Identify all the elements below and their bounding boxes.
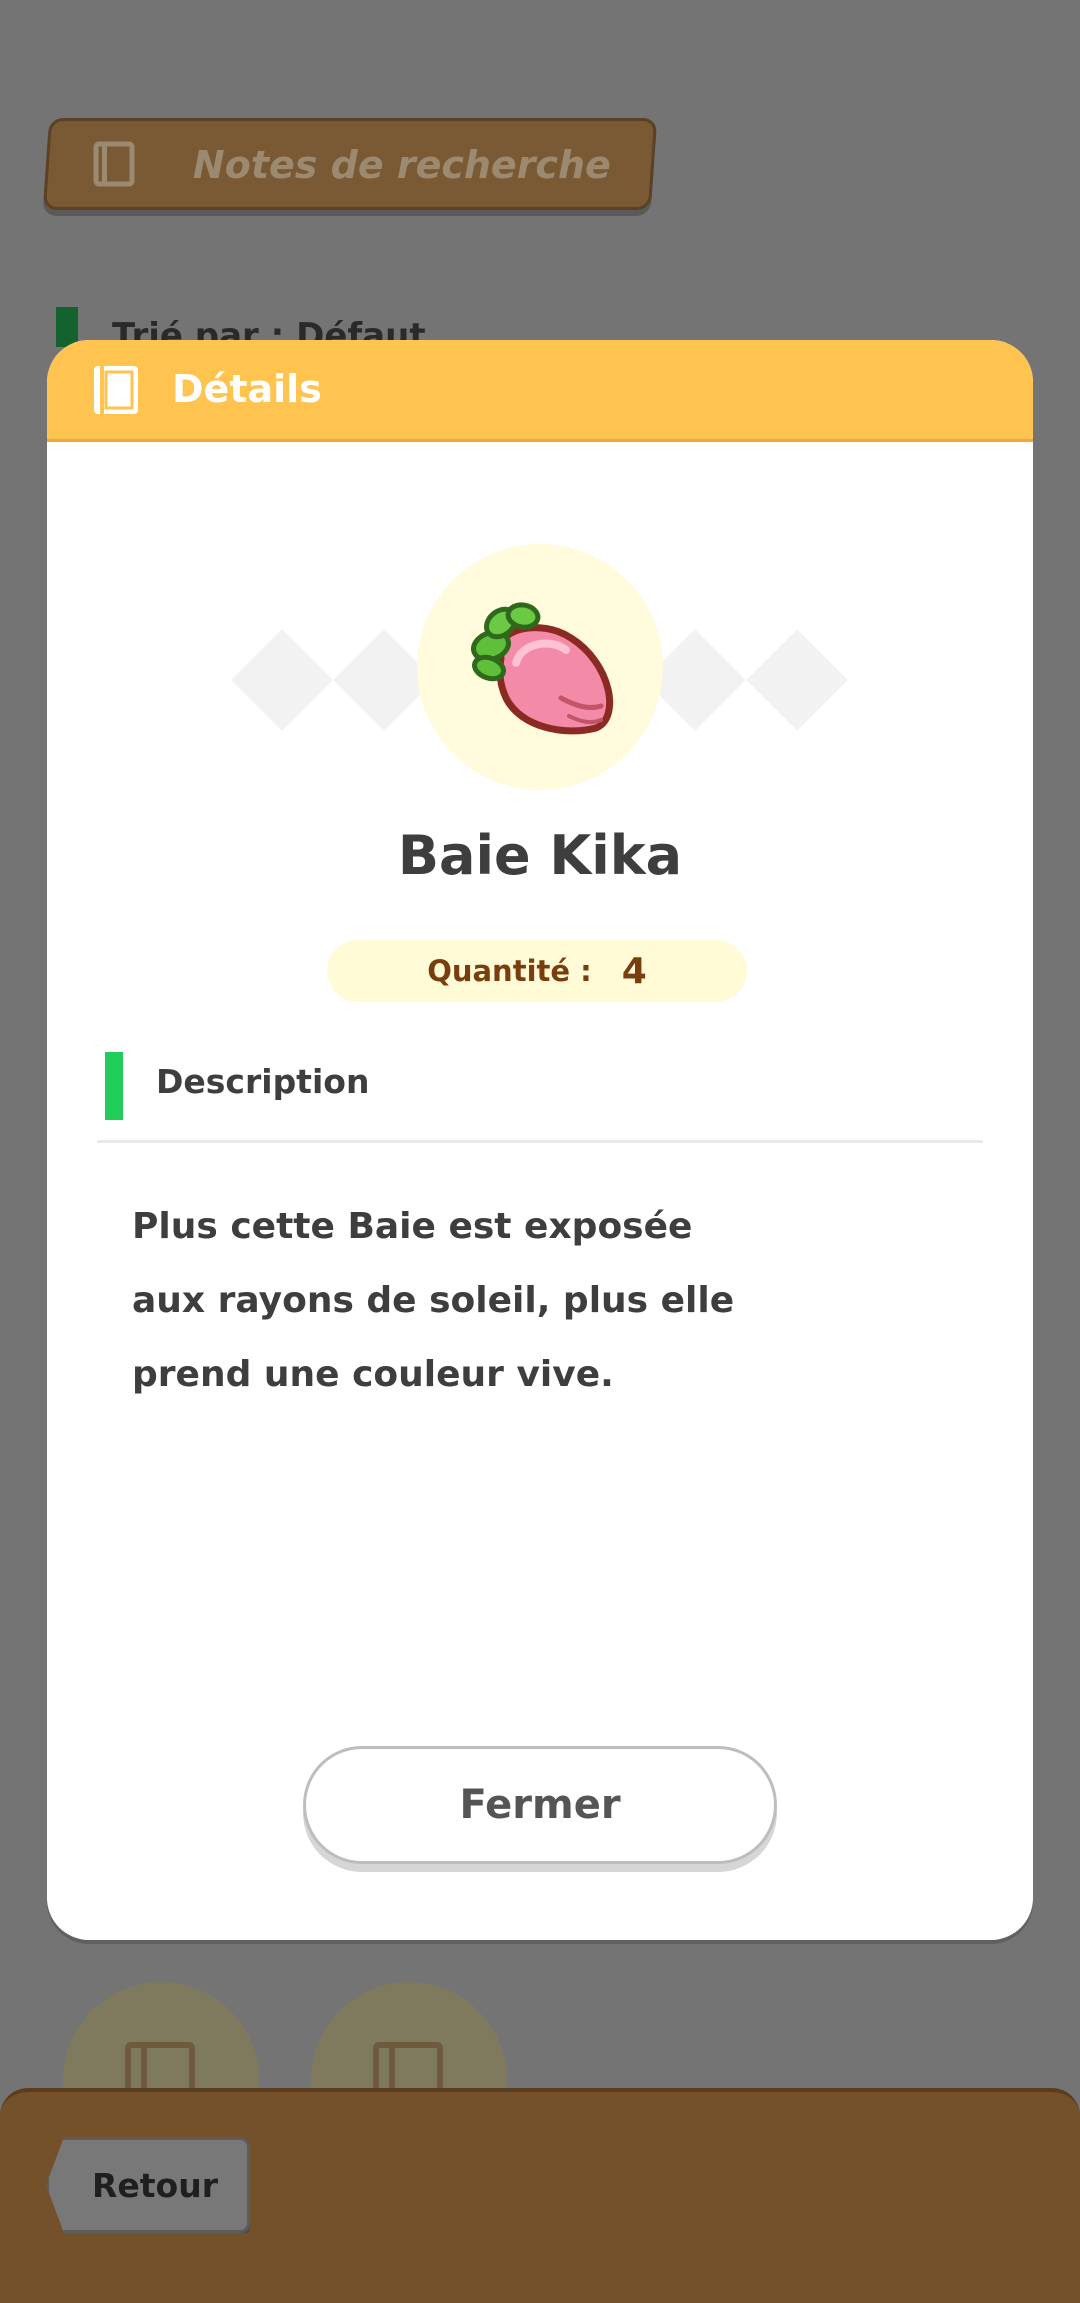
close-button[interactable]: Fermer — [303, 1746, 777, 1864]
quantity-badge: Quantité : 4 — [327, 940, 747, 1002]
research-notes-label: Notes de recherche — [192, 143, 611, 187]
description-heading: Description — [156, 1062, 370, 1101]
quantity-value: 4 — [621, 950, 647, 992]
research-notes-tab: Notes de recherche — [42, 118, 658, 210]
dialog-title: Détails — [172, 367, 322, 411]
details-dialog: Détails Baie Kika Quantité : 4 Descripti… — [47, 340, 1033, 1940]
back-button: Retour — [46, 2137, 250, 2233]
decorative-diamond — [746, 629, 848, 731]
item-name: Baie Kika — [397, 824, 683, 887]
description-accent-bar — [105, 1052, 123, 1120]
notebook-icon — [94, 366, 138, 414]
pink-berry-icon — [471, 602, 614, 735]
dialog-header: Détails — [47, 340, 1033, 442]
quantity-label: Quantité : — [427, 954, 592, 988]
decorative-diamond — [231, 629, 333, 731]
notebook-icon — [93, 141, 135, 187]
divider — [97, 1140, 983, 1143]
description-text: Plus cette Baie est exposée aux rayons d… — [132, 1206, 735, 1395]
